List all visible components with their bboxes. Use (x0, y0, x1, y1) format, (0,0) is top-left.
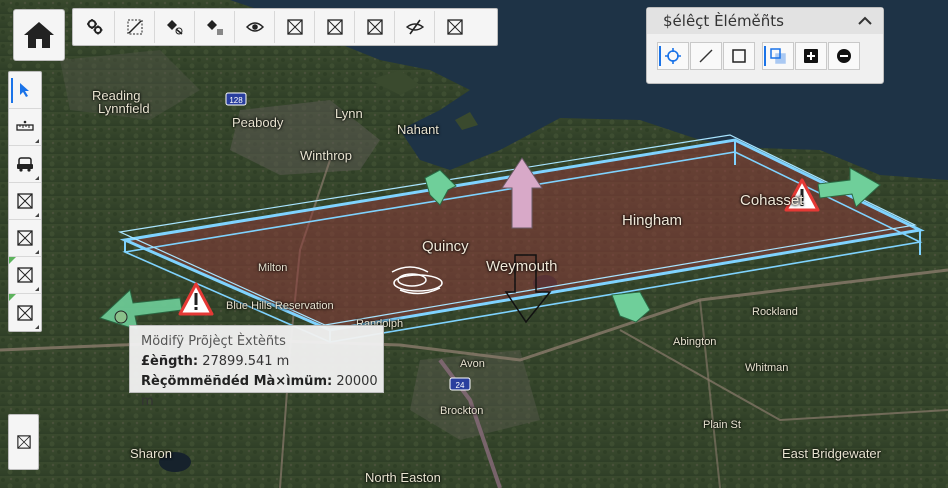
fill-tool-button[interactable] (155, 11, 195, 43)
toolbar-button-6[interactable] (275, 11, 315, 43)
map-label: Blue Hills Reservation (226, 300, 334, 312)
svg-text:128: 128 (229, 96, 243, 105)
placeholder-icon (17, 304, 33, 321)
length-label: £èñgth: (141, 354, 199, 369)
rectangle-select-icon (732, 49, 746, 63)
map-label: Lynn (335, 106, 363, 121)
map-label: Rockland (752, 306, 798, 318)
map-label: Winthrop (300, 148, 353, 163)
fill-variant-button[interactable] (195, 11, 235, 43)
map-label: Avon (460, 358, 485, 370)
remove-selection-icon (837, 49, 851, 63)
eye-hidden-icon (405, 19, 424, 35)
placeholder-icon (447, 19, 463, 35)
map-label: Lynnfield (98, 101, 150, 116)
sidebar-button-7[interactable] (9, 294, 41, 331)
select-cursor-icon (20, 83, 29, 97)
svg-text:24: 24 (456, 381, 465, 390)
map-label: Weymouth (486, 258, 558, 275)
vehicle-icon (17, 157, 33, 172)
tooltip-max-row: Rèçömmëñdéd Mà×ìmüm: 20000 m (141, 372, 383, 412)
placeholder-icon (326, 19, 343, 35)
slope-tool-button[interactable] (115, 11, 155, 43)
line-select-button[interactable] (690, 42, 722, 70)
home-icon (24, 22, 54, 48)
home-button[interactable] (13, 9, 65, 61)
left-toolbar (8, 71, 42, 332)
add-selection-button[interactable] (795, 42, 827, 70)
map-label: Milton (258, 262, 288, 274)
placeholder-icon (17, 267, 33, 283)
map-label: Hingham (622, 212, 683, 229)
length-value: 27899.541 m (202, 354, 290, 369)
chevron-up-icon[interactable] (857, 16, 873, 26)
add-selection-icon (804, 49, 818, 63)
sidebar-button-4[interactable] (9, 183, 41, 220)
toolbar-button-10[interactable] (435, 11, 475, 43)
map-label: North Easton (365, 470, 441, 485)
tooltip-length-row: £èñgth: 27899.541 m (141, 352, 383, 372)
map-label: Quincy (422, 238, 469, 255)
visibility-button[interactable] (235, 11, 275, 43)
road-shield: 24 (449, 377, 471, 391)
map-label: Plain St (703, 419, 741, 431)
point-select-icon (665, 48, 681, 64)
point-select-button[interactable] (657, 42, 689, 70)
slope-tool-icon (127, 19, 142, 35)
extent-tooltip: Mödifÿ Prõjèçt Èxtèñts £èñgth: 27899.541… (129, 325, 384, 409)
vehicle-tool-button[interactable] (9, 146, 41, 183)
map-label: Brockton (440, 405, 484, 417)
toolbar-button-8[interactable] (355, 11, 395, 43)
map-label: Cohasset (740, 192, 804, 209)
remove-selection-button[interactable] (828, 42, 860, 70)
map-label: East Bridgewater (782, 446, 881, 461)
measure-tool-button[interactable] (9, 109, 41, 146)
select-mode-icon (770, 48, 786, 64)
toolbar-button-7[interactable] (315, 11, 355, 43)
map-label: Whitman (745, 362, 789, 374)
settings-button[interactable] (75, 11, 115, 43)
placeholder-icon (366, 19, 383, 35)
map-label: Sharon (130, 446, 172, 461)
sidebar-button-5[interactable] (9, 220, 41, 257)
line-select-icon (699, 49, 713, 63)
panel-title: $élêçt Èléměñts (663, 12, 784, 30)
fill-variant-icon (206, 20, 223, 35)
measure-line-icon (16, 120, 34, 131)
map-label: Abington (673, 336, 717, 348)
placeholder-icon (286, 19, 303, 35)
sidebar-button-6[interactable] (9, 257, 41, 294)
panel-header[interactable]: $élêçt Èléměñts (647, 8, 883, 34)
hide-button[interactable] (395, 11, 435, 43)
placeholder-icon (16, 435, 31, 449)
placeholder-icon (17, 193, 33, 209)
road-shield: 128 (225, 92, 247, 106)
bottom-left-button[interactable] (8, 414, 39, 470)
rectangle-select-button[interactable] (723, 42, 755, 70)
fill-tool-icon (166, 20, 182, 35)
settings-gears-icon (86, 19, 102, 35)
select-elements-panel: $élêçt Èléměñts (646, 7, 884, 84)
top-toolbar (72, 8, 498, 46)
select-mode-button[interactable] (762, 42, 794, 70)
select-tool-button[interactable] (9, 72, 41, 109)
map-label: Peabody (232, 115, 284, 130)
tooltip-title: Mödifÿ Prõjèçt Èxtèñts (141, 334, 286, 349)
extent-handle[interactable] (114, 310, 128, 324)
map-label: Nahant (397, 122, 439, 137)
eye-icon (245, 22, 264, 32)
max-label: Rèçömmëñdéd Mà×ìmüm: (141, 374, 333, 389)
placeholder-icon (17, 230, 33, 246)
